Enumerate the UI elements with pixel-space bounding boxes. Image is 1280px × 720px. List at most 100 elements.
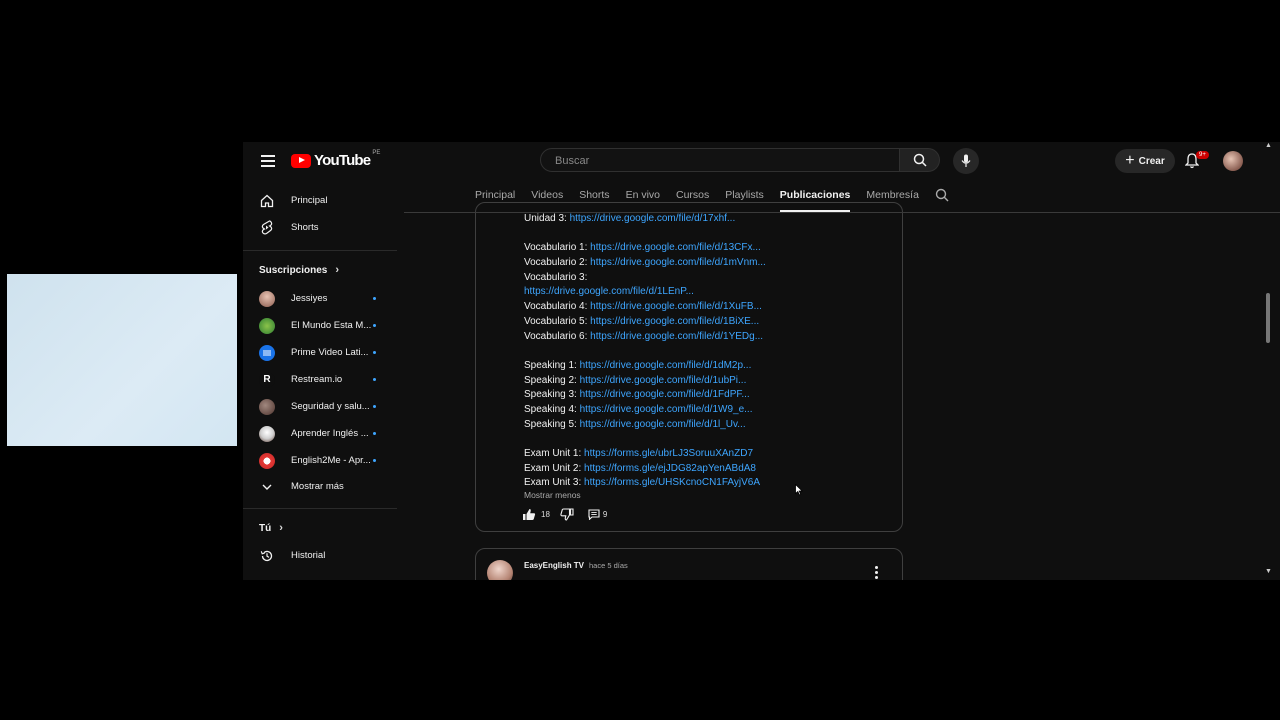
channel-search-button[interactable] (935, 183, 949, 212)
more-options-icon[interactable] (875, 566, 879, 580)
new-content-dot (373, 297, 376, 300)
post-line: Vocabulario 6: https://drive.google.com/… (524, 330, 904, 345)
post-link[interactable]: https://forms.gle/ejJDG82apYenABdA8 (584, 463, 756, 474)
post-line: Speaking 5: https://drive.google.com/fil… (524, 418, 904, 433)
post-line: https://drive.google.com/file/d/1LEnP... (524, 285, 904, 300)
account-avatar[interactable] (1223, 151, 1243, 171)
sidebar-item-history[interactable]: Historial (243, 542, 397, 569)
sidebar-item-label: Principal (291, 195, 328, 206)
post-line: Speaking 2: https://drive.google.com/fil… (524, 374, 904, 389)
comment-icon (588, 509, 600, 520)
post-link[interactable]: https://drive.google.com/file/d/1mVnm... (590, 257, 766, 268)
channel-name: Seguridad y salu... (291, 401, 370, 412)
notifications-badge: 9+ (1196, 151, 1209, 159)
post-line (524, 344, 904, 359)
new-content-dot (373, 378, 376, 381)
post-line: Exam Unit 2: https://forms.gle/ejJDG82ap… (524, 462, 904, 477)
comments-button[interactable]: 9 (588, 509, 607, 520)
post-line-label: Vocabulario 2: (524, 257, 591, 269)
post-link[interactable]: https://drive.google.com/file/d/1W9_e... (580, 404, 753, 415)
sidebar-item-principal[interactable]: Principal (243, 187, 397, 214)
post-link[interactable]: https://forms.gle/ubrLJ3SoruuXAnZD7 (584, 448, 753, 459)
post-link[interactable]: https://drive.google.com/file/d/1YEDg... (590, 331, 763, 342)
chevron-down-icon (259, 479, 275, 495)
post-line-label: Vocabulario 4: (524, 301, 591, 313)
post-line (524, 432, 904, 447)
scroll-up-arrow[interactable]: ▲ (1265, 142, 1272, 149)
post-line-label: Speaking 4: (524, 403, 580, 415)
voice-search-button[interactable] (953, 148, 979, 174)
post-link[interactable]: https://drive.google.com/file/d/1LEnP... (524, 286, 694, 297)
subscriptions-heading[interactable]: Suscripciones › (259, 264, 339, 276)
post-line-label: Exam Unit 2: (524, 462, 585, 474)
sidebar-item-label: Shorts (291, 222, 319, 233)
post-line: Exam Unit 1: https://forms.gle/ubrLJ3Sor… (524, 447, 904, 462)
post-text: Unidad 3: https://drive.google.com/file/… (524, 212, 904, 491)
channel-avatar (259, 398, 275, 415)
channel-avatar (259, 425, 275, 442)
show-more-button[interactable]: Mostrar más (243, 473, 397, 500)
divider (243, 508, 397, 509)
post-link[interactable]: https://drive.google.com/file/d/1BiXE... (590, 316, 759, 327)
channel-avatar (259, 344, 275, 361)
create-button[interactable]: + Crear (1115, 149, 1175, 173)
new-content-dot (373, 432, 376, 435)
post-line: Unidad 3: https://drive.google.com/file/… (524, 212, 904, 227)
search-icon (913, 153, 927, 167)
search-button[interactable] (900, 148, 940, 172)
dislike-button[interactable] (560, 508, 574, 521)
post-line: Vocabulario 1: https://drive.google.com/… (524, 241, 904, 256)
youtube-play-icon (291, 153, 311, 168)
post-link[interactable]: https://drive.google.com/file/d/1ubPi... (580, 375, 747, 386)
post-line-label: Vocabulario 6: (524, 330, 591, 342)
post-link[interactable]: https://drive.google.com/file/d/1XuFB... (590, 301, 762, 312)
post-line-label: Vocabulario 3: (524, 271, 588, 283)
post-link[interactable]: https://drive.google.com/file/d/17xhf... (570, 213, 736, 224)
create-label: Crear (1138, 155, 1165, 167)
chevron-right-icon: › (279, 522, 283, 534)
post-link[interactable]: https://drive.google.com/file/d/1l_Uv... (580, 419, 746, 430)
menu-icon[interactable] (261, 155, 275, 167)
scroll-down-arrow[interactable]: ▼ (1265, 568, 1272, 575)
post-line-label: Speaking 5: (524, 418, 580, 430)
post-link[interactable]: https://drive.google.com/file/d/1FdPF... (580, 389, 750, 400)
divider (243, 250, 397, 251)
post-line: Vocabulario 2: https://drive.google.com/… (524, 256, 904, 271)
post-line-label: Vocabulario 5: (524, 315, 591, 327)
youtube-window: YouTube PE + Crear 9+ Principal Shorts S… (243, 142, 1280, 580)
post-line-label: Speaking 3: (524, 389, 580, 401)
post-link[interactable]: https://drive.google.com/file/d/1dM2p... (580, 360, 752, 371)
channel-avatar (259, 317, 275, 334)
post-link[interactable]: https://forms.gle/UHSKcnoCN1FAyjV6A (584, 477, 760, 488)
channel-name: English2Me - Apr... (291, 455, 371, 466)
you-heading[interactable]: Tú › (259, 522, 283, 534)
sidebar-item-shorts[interactable]: Shorts (243, 214, 397, 241)
post-line: Vocabulario 3: (524, 271, 904, 286)
show-more-label: Mostrar más (291, 481, 344, 492)
search-input[interactable] (553, 154, 877, 168)
post-link[interactable]: https://drive.google.com/file/d/13CFx... (590, 242, 761, 253)
scrollbar-thumb[interactable] (1266, 293, 1270, 343)
like-button[interactable] (522, 508, 536, 521)
post-line-label: Vocabulario 1: (524, 242, 591, 254)
channel-name: El Mundo Esta M... (291, 320, 372, 331)
youtube-logo[interactable]: YouTube PE (291, 149, 381, 169)
floating-video-preview[interactable] (7, 274, 237, 446)
microphone-icon (961, 154, 971, 167)
subscriptions-heading-label: Suscripciones (259, 264, 328, 276)
post-author[interactable]: EasyEnglish TV (524, 561, 584, 570)
post-line: Vocabulario 5: https://drive.google.com/… (524, 315, 904, 330)
channel-avatar[interactable] (487, 560, 513, 580)
you-heading-label: Tú (259, 522, 272, 534)
post-timestamp[interactable]: hace 5 días (589, 561, 628, 570)
country-code: PE (372, 149, 381, 156)
show-less-button[interactable]: Mostrar menos (524, 490, 581, 500)
channel-name: Jessiyes (291, 293, 328, 304)
mouse-cursor (795, 484, 803, 496)
post-line-label: Speaking 2: (524, 374, 580, 386)
post-line-label: Exam Unit 3: (524, 477, 585, 489)
channel-avatar (259, 290, 275, 307)
chevron-right-icon: › (335, 264, 340, 276)
channel-avatar: R (259, 371, 275, 388)
post-actions: 18 9 (522, 508, 607, 521)
